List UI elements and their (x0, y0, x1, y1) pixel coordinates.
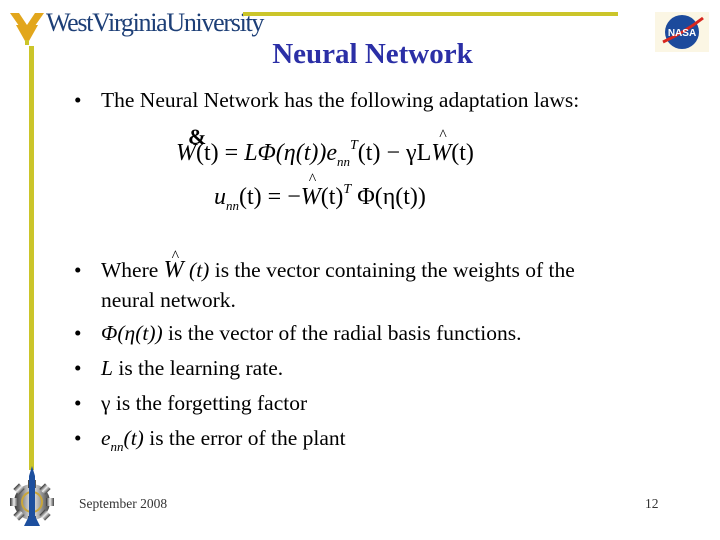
bullet-dot: • (74, 356, 82, 380)
bullet-text: The Neural Network has the following ada… (101, 88, 580, 112)
bullet-dot: • (74, 321, 82, 345)
bullet-dot: • (74, 88, 82, 112)
bullet-dot: • (74, 258, 82, 282)
bullet-dot: • (74, 391, 82, 415)
bullet-dot: • (74, 426, 82, 450)
left-rule (29, 46, 34, 470)
slide-title: Neural Network (272, 38, 473, 70)
gear-rocket-emblem-icon (10, 466, 54, 526)
equation-control-output: unn(t) = −W(t)T Φ(η(t)) (214, 171, 426, 214)
footer-date: September 2008 (79, 496, 168, 511)
university-name: WestVirginiaUniversity (46, 8, 264, 37)
page-number: 12 (645, 496, 659, 511)
header-rule (243, 12, 618, 16)
equation-weight-update: W(t) = LΦ(η(t))ennT(t) − γLW(t) (176, 127, 474, 170)
